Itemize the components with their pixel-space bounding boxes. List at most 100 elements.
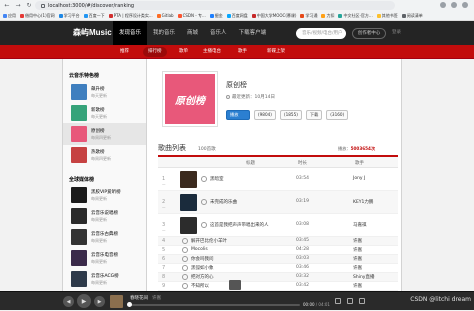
comment-button[interactable]: (3160) [326, 110, 349, 120]
reload-icon[interactable]: ↻ [25, 2, 33, 10]
play-song-icon[interactable] [201, 222, 207, 228]
sidebar-item[interactable]: 飙升榜 每天更新 [63, 81, 146, 103]
bookmark-item[interactable]: PTA | 程序设计类实... [108, 13, 153, 19]
menu-icon[interactable] [462, 2, 468, 8]
play-button[interactable]: 播放 [226, 110, 250, 120]
download-button[interactable]: 下载 [305, 110, 323, 120]
song-title[interactable]: 解开巴比伦小羊叶 [191, 238, 227, 244]
song-artist[interactable]: 许嵩 [353, 238, 362, 244]
table-row[interactable]: 4 解开巴比伦小羊叶 03:45 许嵩 [158, 237, 398, 246]
volume-icon[interactable] [335, 298, 341, 304]
sub-nav-item[interactable]: 主播电台 [198, 47, 226, 57]
info-icon[interactable] [41, 3, 45, 8]
song-title[interactable]: 不知所以 [191, 283, 209, 289]
bookmark-item[interactable]: 中国大学MOOC(慕课) [251, 13, 296, 19]
now-playing-artist[interactable]: 许嵩 [152, 295, 161, 301]
bookmark-item[interactable]: 力扣 [321, 13, 334, 19]
prev-icon[interactable]: ◀ [63, 296, 74, 307]
song-rank: 4 [162, 238, 166, 244]
sidebar-item[interactable]: 黑胶VIP爱听榜 每周更新 [63, 184, 146, 206]
bookmark-item[interactable]: 中文社区-官方... [338, 13, 373, 19]
top-nav-item[interactable]: 商城 [181, 21, 204, 45]
sub-nav-item[interactable]: 推荐 [115, 47, 134, 57]
table-row[interactable]: 7 黑弧如小象 03:46 许嵩 [158, 264, 398, 273]
sidebar-item[interactable]: 热歌榜 每周四更新 [63, 144, 146, 166]
progress-knob[interactable] [127, 302, 132, 307]
sidebar-item[interactable]: 新歌榜 每天更新 [63, 102, 146, 124]
now-playing-art[interactable] [110, 295, 123, 308]
song-artist[interactable]: 许嵩 [353, 256, 362, 262]
song-title[interactable]: 黑弧如小象 [191, 265, 214, 271]
play-pause-icon[interactable]: ▶ [77, 294, 91, 308]
song-title[interactable]: 黑暗室 [210, 176, 224, 182]
now-playing-title[interactable]: 春晓花间 [130, 295, 148, 301]
song-title[interactable]: 你会吗我问 [191, 256, 214, 262]
table-row[interactable]: 9 不知所以 03:42 许嵩 [158, 282, 398, 291]
play-song-icon[interactable] [201, 199, 207, 205]
top-nav-item[interactable]: 下载客户端 [233, 21, 273, 45]
bookmark-item[interactable]: 学习平台 [58, 13, 80, 19]
login-link[interactable]: 登录 [392, 29, 401, 35]
site-logo[interactable]: 森屿Music [73, 27, 112, 38]
bookmark-item[interactable]: 百度一下 [83, 13, 105, 19]
table-row[interactable]: 1— 黑暗室 03:54 Jony J [158, 168, 398, 191]
address-bar[interactable]: localhost:3000/#/discover/ranking [35, 1, 395, 10]
sub-nav-item[interactable]: 歌单 [174, 47, 193, 57]
bookmark-item[interactable]: 百度网盘 [226, 13, 248, 19]
song-artist[interactable]: 马嘉祺 [353, 222, 367, 228]
share-button[interactable]: (1855) [279, 110, 302, 120]
search-input[interactable]: 音乐/视频/电台/用户 [296, 28, 346, 39]
song-artist[interactable]: 许嵩 [353, 265, 362, 271]
bookmark-item[interactable]: 应用 [3, 13, 16, 19]
sidebar-item[interactable]: 云音乐说唱榜 每周更新 [63, 205, 146, 227]
bookmark-item[interactable]: 掘金 [209, 13, 223, 19]
play-song-icon[interactable] [182, 256, 188, 262]
table-row[interactable]: 3— 这首是我把声声带唱出来的人 03:08 马嘉祺 [158, 214, 398, 237]
song-title[interactable]: 未完成的乐曲 [210, 199, 237, 205]
forward-icon[interactable]: → [14, 2, 22, 10]
play-song-icon[interactable] [182, 265, 188, 271]
playlist-icon[interactable] [359, 298, 365, 304]
song-title[interactable]: 把对方的心 [191, 274, 214, 280]
sub-nav-item[interactable]: 新碟上架 [262, 47, 290, 57]
top-nav-item[interactable]: 音乐人 [204, 21, 233, 45]
song-title[interactable]: Mocolis [191, 247, 208, 252]
play-song-icon[interactable] [201, 176, 207, 182]
song-artist[interactable]: 许嵩 [353, 283, 362, 289]
table-row[interactable]: 2— 未完成的乐曲 03:19 KEY1力鹏 [158, 191, 398, 214]
sub-nav-item[interactable]: 歌手 [233, 47, 252, 57]
table-row[interactable]: 8 把对方的心 03:32 Shiny直播 [158, 273, 398, 282]
profile-icon[interactable] [451, 2, 457, 8]
collect-button[interactable]: (9804) [254, 110, 276, 120]
table-row[interactable]: 6 你会吗我问 03:03 许嵩 [158, 255, 398, 264]
play-song-icon[interactable] [182, 247, 188, 253]
bookmark-item[interactable]: 学习通 [300, 13, 317, 19]
play-song-icon[interactable] [182, 274, 188, 280]
song-artist[interactable]: Shiny直播 [353, 274, 374, 280]
song-artist[interactable]: 许嵩 [353, 247, 362, 253]
creator-center-button[interactable]: 创作者中心 [352, 28, 386, 39]
song-title[interactable]: 这首是我把声声带唱出来的人 [210, 222, 269, 228]
loop-icon[interactable] [347, 298, 353, 304]
play-song-icon[interactable] [182, 283, 188, 289]
table-row[interactable]: 5 Mocolis 04:28 许嵩 [158, 246, 398, 255]
sidebar-item[interactable]: 原创榜 每周四更新 [63, 123, 146, 145]
next-icon[interactable]: ▶ [94, 296, 105, 307]
sub-nav-item[interactable]: 排行榜 [143, 47, 167, 57]
bookmark-item[interactable]: 阅读清单 [401, 13, 423, 19]
song-artist[interactable]: Jony J [353, 176, 365, 181]
bookmark-item[interactable]: 借用中心(1)官网 [20, 13, 55, 19]
song-artist[interactable]: KEY1力鹏 [353, 199, 373, 205]
bookmark-item[interactable]: Gitlab [156, 13, 174, 18]
extension-icon[interactable] [440, 2, 446, 8]
sidebar-item[interactable]: 云音乐古典榜 每周更新 [63, 226, 146, 248]
progress-bar[interactable] [130, 304, 300, 306]
top-nav-item[interactable]: 我的音乐 [147, 21, 181, 45]
bookmark-item[interactable]: CSDN - 专... [177, 13, 206, 19]
sidebar-item[interactable]: 云音乐ACG榜 每周更新 [63, 268, 146, 290]
play-song-icon[interactable] [182, 238, 188, 244]
top-nav-item[interactable]: 发现音乐 [113, 21, 148, 45]
back-icon[interactable]: ← [3, 2, 11, 10]
sidebar-item[interactable]: 云音乐电音榜 每周更新 [63, 247, 146, 269]
bookmark-item[interactable]: 其他书签 [376, 13, 398, 19]
